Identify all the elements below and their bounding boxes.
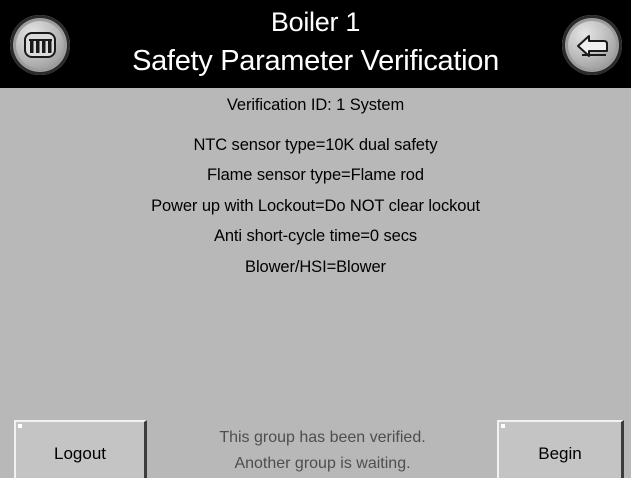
parameter-power-up-lockout: Power up with Lockout=Do NOT clear locko… (151, 197, 480, 215)
home-button[interactable] (10, 15, 70, 75)
back-button[interactable] (562, 15, 622, 75)
header-bar: Boiler 1 Safety Parameter Verification (0, 0, 631, 88)
boiler-home-icon (23, 30, 57, 60)
page-title: Boiler 1 (270, 7, 361, 37)
button-corner-mark (501, 424, 505, 428)
parameter-flame-sensor: Flame sensor type=Flame rod (207, 166, 424, 184)
verification-id: Verification ID: 1 System (226, 96, 405, 114)
back-arrow-icon (574, 31, 610, 59)
safety-verification-screen: Boiler 1 Safety Parameter Verification V… (0, 0, 631, 478)
parameter-anti-short-cycle: Anti short-cycle time=0 secs (213, 227, 418, 245)
begin-button-label: Begin (538, 444, 582, 463)
logout-button[interactable]: Logout (14, 420, 147, 478)
status-line-verified: This group has been verified. (219, 429, 426, 446)
button-corner-mark (18, 424, 22, 428)
logout-button-label: Logout (54, 444, 106, 463)
parameter-ntc-sensor: NTC sensor type=10K dual safety (193, 136, 438, 154)
begin-button[interactable]: Begin (497, 420, 624, 478)
page-subtitle: Safety Parameter Verification (132, 45, 499, 77)
status-line-waiting: Another group is waiting. (234, 455, 411, 472)
parameter-blower-hsi: Blower/HSI=Blower (245, 258, 386, 276)
